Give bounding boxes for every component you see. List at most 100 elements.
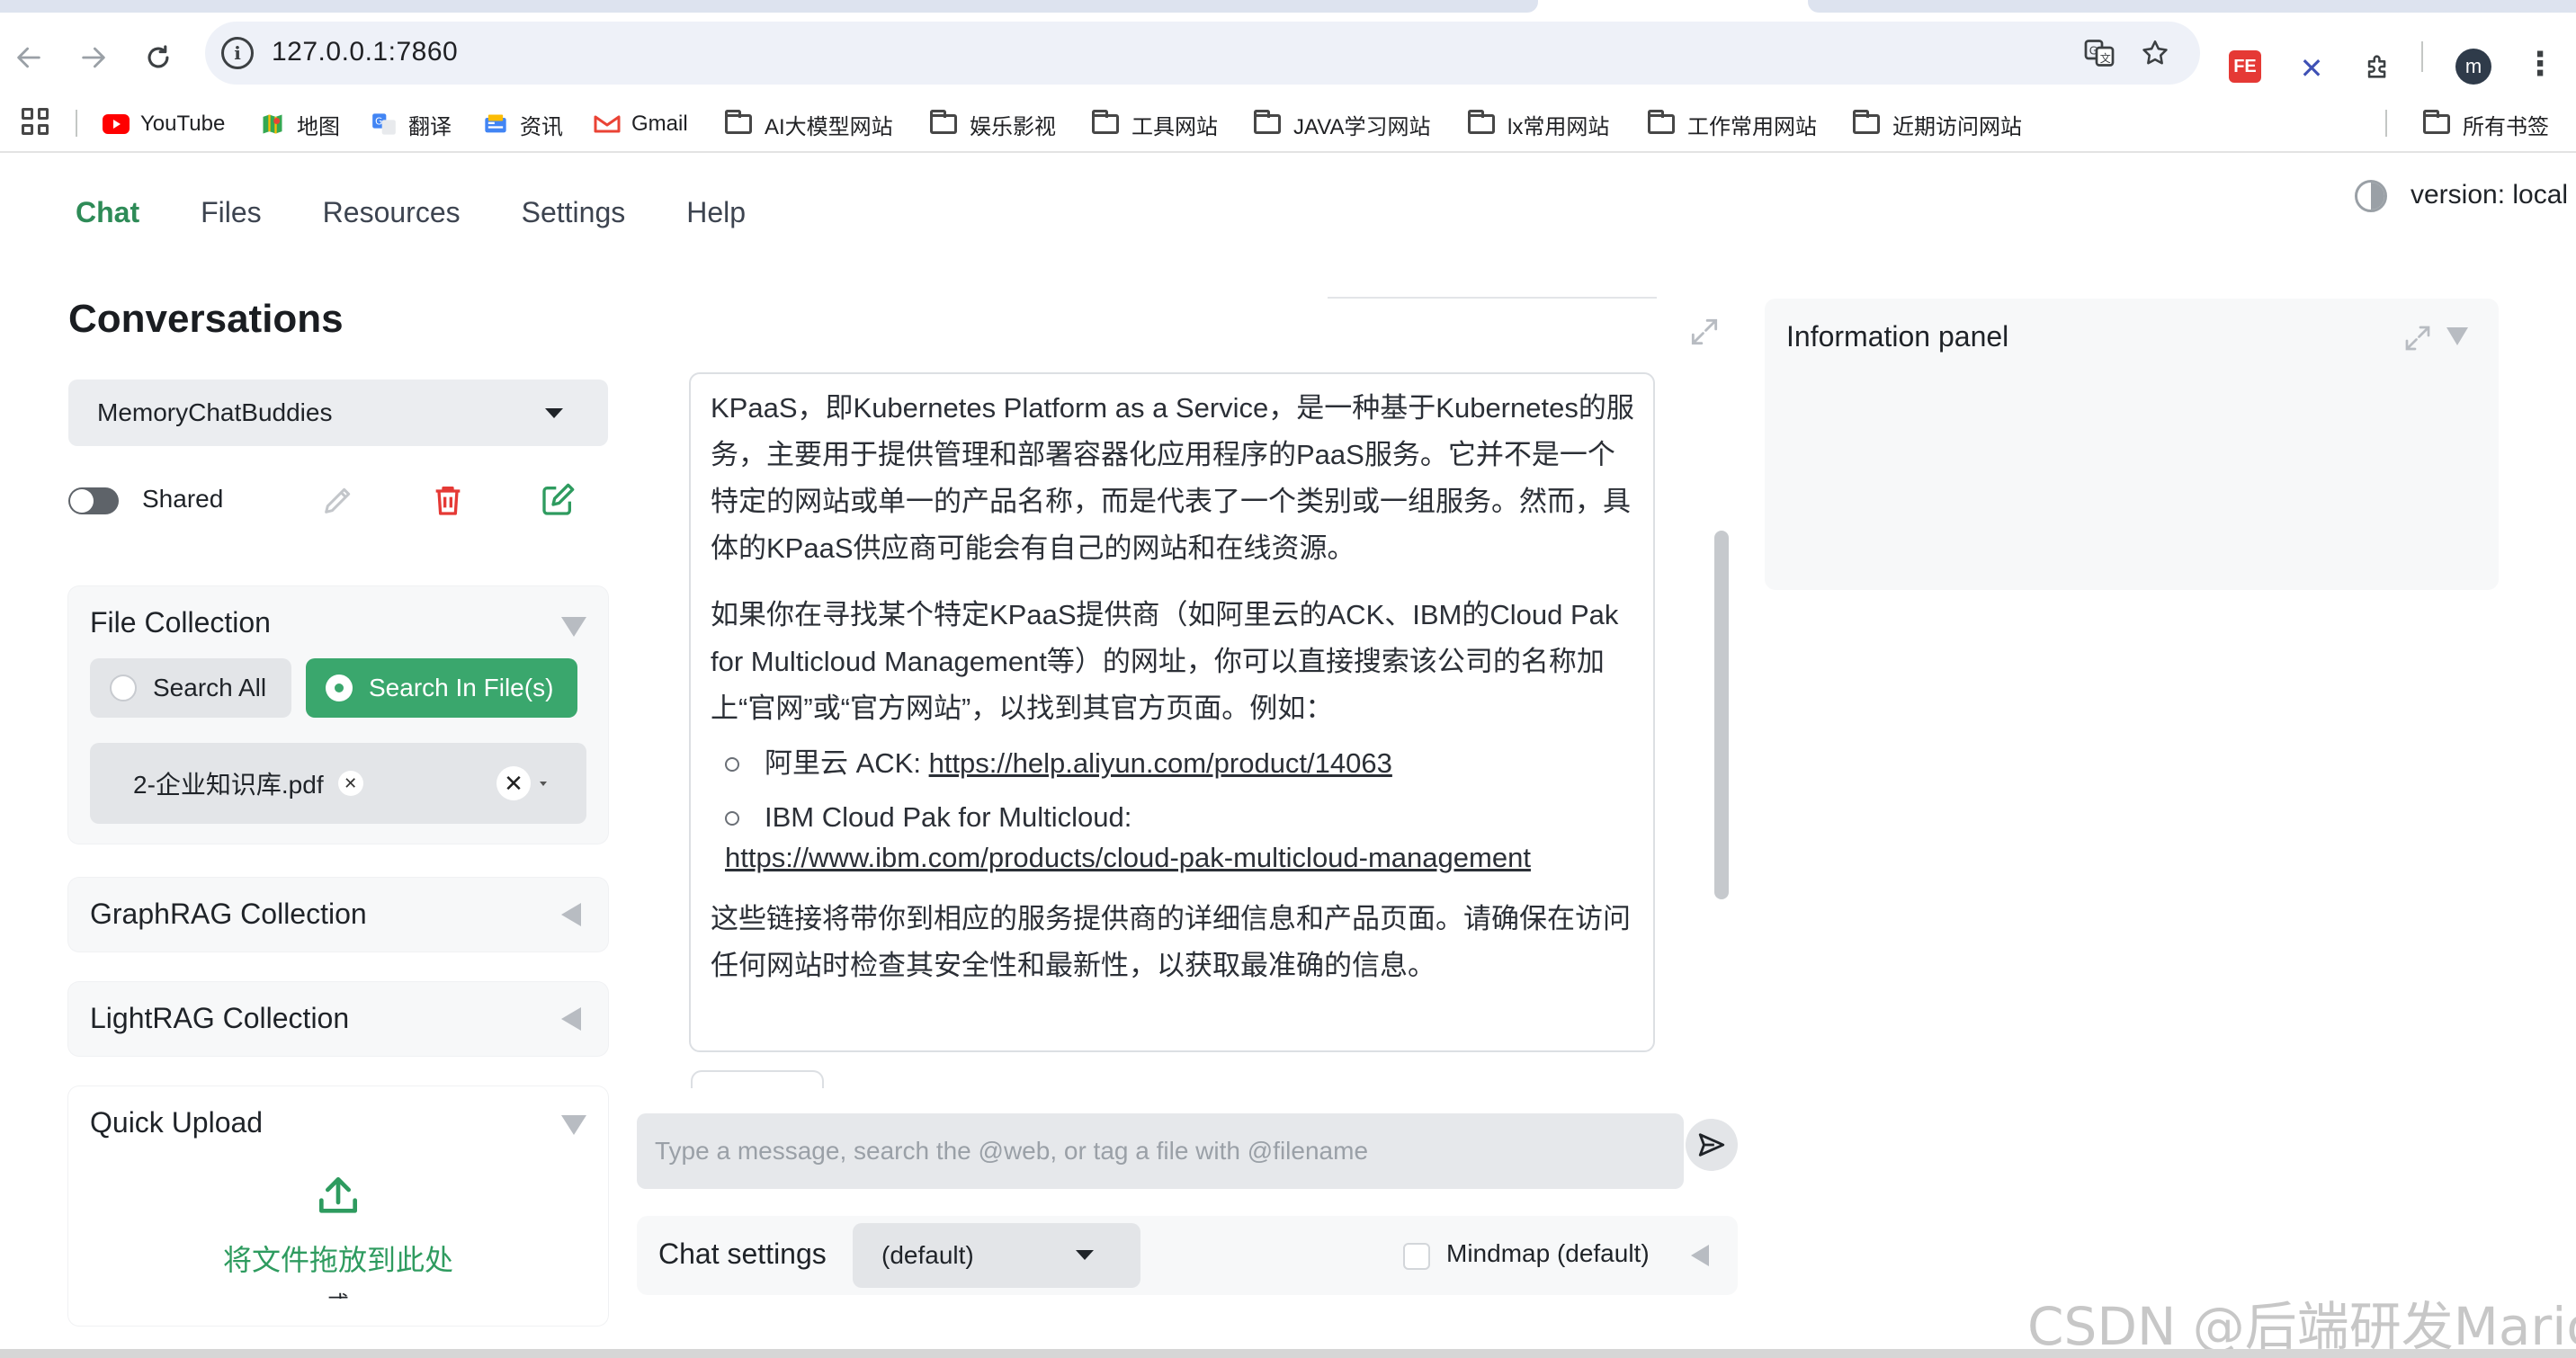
tab-settings[interactable]: Settings xyxy=(522,196,626,229)
radio-label: Search In File(s) xyxy=(369,674,554,701)
chat-message-input[interactable] xyxy=(637,1113,1684,1189)
new-conversation-edit-icon[interactable] xyxy=(532,475,583,525)
forward-arrow-icon[interactable] xyxy=(74,38,113,77)
file-collection-panel: File Collection Search All Search In Fil… xyxy=(68,586,608,844)
bookmark-youtube[interactable]: YouTube xyxy=(103,106,225,142)
url-text[interactable]: 127.0.0.1:7860 xyxy=(272,37,458,67)
news-icon xyxy=(482,111,509,138)
bookmark-news[interactable]: 资讯 xyxy=(482,106,563,142)
conversations-title: Conversations xyxy=(68,297,344,341)
tab-resources[interactable]: Resources xyxy=(323,196,461,229)
bookmark-folder[interactable]: 工具网站 xyxy=(1092,106,1218,142)
graphrag-collection-panel[interactable]: GraphRAG Collection xyxy=(68,878,608,951)
browser-tab-background[interactable] xyxy=(1808,0,2576,13)
shared-toggle[interactable] xyxy=(68,487,119,514)
bookmark-label: 地图 xyxy=(297,114,340,139)
fe-extension-icon[interactable]: FE xyxy=(2229,50,2261,83)
conversation-select[interactable]: MemoryChatBuddies xyxy=(68,380,608,446)
bookmark-label: 资讯 xyxy=(520,114,563,139)
collapse-triangle-icon[interactable] xyxy=(2446,327,2468,345)
theme-toggle-icon[interactable] xyxy=(2355,180,2387,212)
bookmark-gmail[interactable]: Gmail xyxy=(594,106,688,142)
svg-text:文: 文 xyxy=(2100,51,2111,65)
graphrag-collection-title: GraphRAG Collection xyxy=(90,898,367,930)
bookmark-translate[interactable]: G 翻译 xyxy=(371,106,452,142)
all-bookmarks[interactable]: 所有书签 xyxy=(2423,106,2549,142)
app-root: Chat Files Resources Settings Help versi… xyxy=(0,155,2576,1358)
profile-avatar[interactable]: m xyxy=(2455,49,2491,85)
send-button[interactable] xyxy=(1686,1119,1738,1171)
expand-triangle-icon[interactable] xyxy=(1691,1245,1709,1266)
bookmark-folder[interactable]: 近期访问网站 xyxy=(1853,106,2022,142)
main-nav: Chat Files Resources Settings Help xyxy=(76,196,807,229)
file-multiselect[interactable]: 2-企业知识库.pdf ✕ ✕ xyxy=(90,743,586,824)
tab-chat[interactable]: Chat xyxy=(76,196,139,229)
expand-icon[interactable] xyxy=(2402,322,2434,354)
folder-icon xyxy=(725,110,752,134)
radio-label: Search All xyxy=(153,674,267,701)
expand-icon[interactable] xyxy=(1687,315,1722,349)
ibm-cloud-pak-link[interactable]: https://www.ibm.com/products/cloud-pak-m… xyxy=(725,838,1635,878)
bookmark-folder[interactable]: JAVA学习网站 xyxy=(1254,106,1430,142)
toolbar-divider xyxy=(2421,41,2423,72)
collapse-triangle-icon[interactable] xyxy=(561,1115,586,1135)
browser-tab-background[interactable] xyxy=(0,0,1538,13)
selected-file-chip: 2-企业知识库.pdf ✕ xyxy=(110,759,376,808)
radio-selected-icon xyxy=(326,675,353,701)
upload-icon[interactable] xyxy=(313,1171,363,1221)
search-in-files-radio[interactable]: Search In File(s) xyxy=(306,658,577,718)
aliyun-ack-link[interactable]: https://help.aliyun.com/product/14063 xyxy=(929,747,1392,779)
bookmark-folder[interactable]: AI大模型网站 xyxy=(725,106,893,142)
expand-triangle-icon[interactable] xyxy=(561,903,581,926)
delete-trash-icon[interactable] xyxy=(423,475,473,525)
upload-or-text: 或 xyxy=(68,1286,608,1299)
chip-label: 2-企业知识库.pdf xyxy=(133,771,324,799)
back-arrow-icon[interactable] xyxy=(9,38,49,77)
message-paragraph: 如果你在寻找某个特定KPaaS提供商（如阿里云的ACK、IBM的Cloud Pa… xyxy=(711,599,1619,724)
bookmark-folder[interactable]: 工作常用网站 xyxy=(1648,106,1817,142)
quick-upload-panel: Quick Upload 将文件拖放到此处 或 xyxy=(68,1086,608,1326)
chat-input-row xyxy=(637,1113,1684,1189)
quick-upload-title: Quick Upload xyxy=(90,1106,264,1139)
bookmark-maps[interactable]: 地图 xyxy=(259,106,340,142)
upload-drop-text[interactable]: 将文件拖放到此处 xyxy=(68,1237,608,1279)
message-link-list: 阿里云 ACK: https://help.aliyun.com/product… xyxy=(725,743,1635,878)
extensions-puzzle-icon[interactable] xyxy=(2358,47,2398,86)
clear-selection-icon[interactable]: ✕ xyxy=(496,766,531,800)
expand-triangle-icon[interactable] xyxy=(561,1007,581,1031)
rename-pencil-icon[interactable] xyxy=(313,475,363,525)
collapse-triangle-icon[interactable] xyxy=(561,617,586,637)
bookmarks-divider xyxy=(2385,110,2387,137)
chat-scrollbar[interactable] xyxy=(1714,531,1729,899)
mindmap-checkbox[interactable] xyxy=(1403,1243,1430,1270)
list-item-label: IBM Cloud Pak for Multicloud: xyxy=(765,801,1132,833)
chat-settings-select[interactable]: (default) xyxy=(853,1223,1140,1288)
list-item-label: 阿里云 ACK: xyxy=(765,747,929,779)
translate-page-icon[interactable]: G文 xyxy=(2081,35,2117,71)
bookmark-star-icon[interactable] xyxy=(2137,35,2173,71)
remove-chip-icon[interactable]: ✕ xyxy=(337,771,363,796)
tab-files[interactable]: Files xyxy=(201,196,262,229)
apps-grid-icon[interactable] xyxy=(22,108,49,135)
list-item: IBM Cloud Pak for Multicloud: https://www… xyxy=(725,797,1635,878)
watermark: CSDN @后端研发Marion xyxy=(2027,1296,2576,1357)
chevron-down-icon xyxy=(545,408,563,418)
folder-icon xyxy=(1853,110,1880,134)
tab-help[interactable]: Help xyxy=(686,196,746,229)
chevron-down-icon[interactable] xyxy=(540,782,547,786)
svg-text:G: G xyxy=(2089,45,2097,58)
gmail-icon xyxy=(594,111,621,138)
lightrag-collection-panel[interactable]: LightRAG Collection xyxy=(68,982,608,1056)
x-extension-icon[interactable]: ✕ xyxy=(2292,49,2331,88)
address-bar[interactable]: i 127.0.0.1:7860 G文 xyxy=(205,22,2200,85)
bookmarks-divider xyxy=(76,110,77,137)
bookmark-label: 工具网站 xyxy=(1131,114,1218,139)
reload-icon[interactable] xyxy=(139,38,178,77)
information-panel: Information panel xyxy=(1765,299,2499,590)
search-all-radio[interactable]: Search All xyxy=(90,658,291,718)
browser-menu-icon[interactable]: ⋮ xyxy=(2524,45,2556,83)
site-info-icon[interactable]: i xyxy=(221,37,254,69)
bookmark-folder[interactable]: lx常用网站 xyxy=(1468,106,1609,142)
youtube-icon xyxy=(103,111,130,138)
bookmark-folder[interactable]: 娱乐影视 xyxy=(930,106,1056,142)
